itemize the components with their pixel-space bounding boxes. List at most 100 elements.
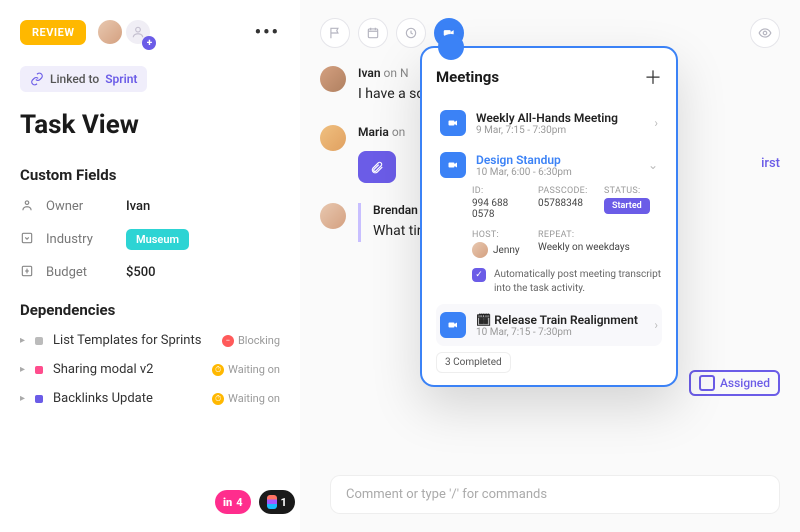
meeting-status-badge: Started: [604, 198, 650, 214]
meeting-details: ID: 994 688 0578 PASSCODE: 05788348 STAT…: [472, 186, 662, 258]
waiting-icon: ⏱: [212, 364, 224, 376]
figma-pill[interactable]: 1: [259, 490, 295, 514]
status-dot-icon: [35, 337, 43, 345]
field-label: Industry: [46, 232, 126, 247]
transcript-toggle[interactable]: ✓ Automatically post meeting transcript …: [472, 268, 662, 296]
avatar: [320, 125, 346, 151]
flag-button[interactable]: [320, 18, 350, 48]
video-icon: [440, 152, 466, 178]
figma-icon: [267, 495, 277, 509]
avatar[interactable]: [96, 18, 124, 46]
meetings-popover: Meetings ＋ Weekly All-Hands Meeting 9 Ma…: [420, 46, 678, 387]
meeting-passcode: 05788348: [538, 198, 596, 209]
chevron-right-icon: ▸: [20, 335, 25, 346]
dependency-row[interactable]: ▸ List Templates for Sprints − Blocking: [20, 333, 280, 348]
linked-target: Sprint: [105, 72, 137, 86]
status-dot-icon: [35, 395, 43, 403]
passcode-label: PASSCODE:: [538, 186, 596, 196]
industry-tag[interactable]: Museum: [126, 229, 189, 250]
dependency-row[interactable]: ▸ Backlinks Update ⏱ Waiting on: [20, 391, 280, 406]
meeting-item[interactable]: Design Standup 10 Mar, 6:00 - 6:30pm ⌄: [436, 144, 662, 186]
meeting-time: 9 Mar, 7:15 - 7:30pm: [476, 125, 644, 136]
linked-to-pill[interactable]: Linked to Sprint: [20, 66, 147, 92]
page-title: Task View: [20, 110, 280, 140]
checkbox-icon: ✓: [472, 268, 486, 282]
comment-author: Ivan: [358, 66, 381, 80]
chevron-right-icon: ▸: [20, 364, 25, 375]
meeting-id: 994 688 0578: [472, 198, 530, 220]
repeat-label: REPEAT:: [538, 230, 662, 240]
completed-count-pill[interactable]: 3 Completed: [436, 352, 511, 373]
dropdown-icon: [20, 231, 36, 248]
dependencies-heading: Dependencies: [20, 301, 280, 319]
meeting-title: Weekly All-Hands Meeting: [476, 111, 644, 125]
comment-meta: on: [392, 125, 405, 139]
field-value: Ivan: [126, 199, 150, 214]
add-assignee-button[interactable]: +: [124, 18, 152, 46]
meeting-host: Jenny: [493, 245, 520, 256]
meeting-title: 🗓 Release Train Realignment: [476, 313, 644, 327]
video-icon: [440, 312, 466, 338]
history-button[interactable]: [396, 18, 426, 48]
integration-pills: in 4 1: [215, 490, 295, 514]
id-label: ID:: [472, 186, 530, 196]
host-label: HOST:: [472, 230, 530, 240]
dependency-label: Backlinks Update: [53, 391, 153, 406]
comment-author: Brendan: [373, 203, 418, 217]
host-avatar: [472, 242, 488, 258]
dependency-status: − Blocking: [222, 334, 280, 347]
avatar: [320, 66, 346, 92]
meeting-title: Design Standup: [476, 153, 638, 167]
dependency-status: ⏱ Waiting on: [212, 392, 280, 405]
transcript-note: Automatically post meeting transcript in…: [494, 268, 662, 296]
field-label: Budget: [46, 265, 126, 280]
dependency-label: Sharing modal v2: [53, 362, 153, 377]
meeting-time: 10 Mar, 6:00 - 6:30pm: [476, 167, 638, 178]
field-value: $500: [126, 265, 156, 280]
review-status-button[interactable]: REVIEW: [20, 20, 86, 45]
field-industry: Industry Museum: [20, 229, 280, 250]
number-icon: [20, 264, 36, 281]
comment-suffix: irst: [761, 156, 780, 171]
meeting-item[interactable]: Weekly All-Hands Meeting 9 Mar, 7:15 - 7…: [436, 102, 662, 144]
field-label: Owner: [46, 199, 126, 214]
meetings-title: Meetings: [436, 68, 499, 86]
link-icon: [30, 72, 44, 86]
field-budget: Budget $500: [20, 264, 280, 281]
more-menu-button[interactable]: •••: [255, 22, 280, 43]
video-icon: [440, 110, 466, 136]
attachment-button[interactable]: [358, 151, 396, 183]
chevron-right-icon: ▸: [20, 393, 25, 404]
activity-toolbar: [320, 18, 780, 48]
dependency-row[interactable]: ▸ Sharing modal v2 ⏱ Waiting on: [20, 362, 280, 377]
chevron-right-icon: ›: [654, 318, 658, 332]
custom-fields-heading: Custom Fields: [20, 166, 280, 184]
chevron-right-icon: ›: [654, 116, 658, 130]
meeting-repeat: Weekly on weekdays: [538, 242, 662, 253]
status-dot-icon: [35, 366, 43, 374]
meeting-time: 10 Mar, 7:15 - 7:30pm: [476, 327, 644, 338]
waiting-icon: ⏱: [212, 393, 224, 405]
avatar: [320, 203, 346, 229]
comment-input[interactable]: Comment or type '/' for commands: [330, 475, 780, 514]
assigned-filter-chip[interactable]: Assigned: [689, 370, 780, 396]
invision-icon: in: [223, 496, 232, 509]
invision-pill[interactable]: in 4: [215, 490, 251, 514]
chevron-down-icon: ⌄: [648, 158, 658, 172]
dependency-label: List Templates for Sprints: [53, 333, 201, 348]
linked-prefix: Linked to: [50, 72, 99, 86]
assignee-avatars[interactable]: +: [96, 18, 152, 46]
calendar-button[interactable]: [358, 18, 388, 48]
status-label: STATUS:: [604, 186, 662, 196]
watch-button[interactable]: [750, 18, 780, 48]
plus-icon: +: [142, 36, 156, 50]
add-meeting-button[interactable]: ＋: [644, 64, 662, 90]
task-sidebar: REVIEW + ••• Linked to Sprint Task View …: [0, 0, 300, 532]
meeting-item[interactable]: 🗓 Release Train Realignment 10 Mar, 7:15…: [436, 304, 662, 346]
owner-icon: [20, 198, 36, 215]
dependency-status: ⏱ Waiting on: [212, 363, 280, 376]
field-owner: Owner Ivan: [20, 198, 280, 215]
comment-author: Maria: [358, 125, 389, 139]
blocking-icon: −: [222, 335, 234, 347]
comment-meta: on N: [384, 66, 409, 80]
